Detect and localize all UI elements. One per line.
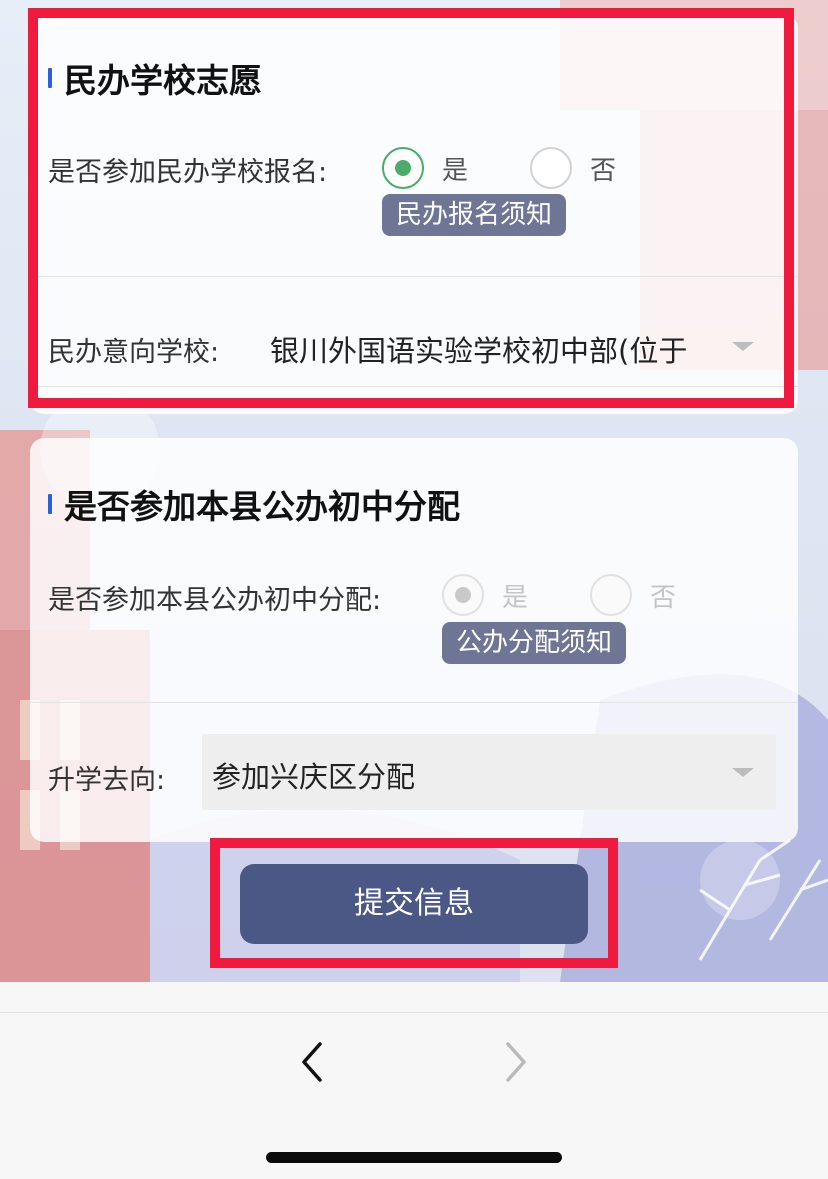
private-school-label: 民办意向学校: xyxy=(48,337,220,368)
public-join-yes-label[interactable]: 是 xyxy=(502,577,528,614)
private-section-title: 民办学校志愿 xyxy=(48,54,262,102)
toolbar-divider xyxy=(0,1012,828,1013)
dropdown-caret-icon[interactable] xyxy=(732,342,754,351)
private-join-label: 是否参加民办学校报名: xyxy=(48,157,328,188)
title-accent-bar xyxy=(48,494,52,514)
direction-label: 升学去向: xyxy=(48,765,166,796)
private-school-card: 民办学校志愿 是否参加民办学校报名: 是 否 民办报名须知 民办意向学校: 银川… xyxy=(30,14,798,414)
public-school-card: 是否参加本县公办初中分配 是否参加本县公办初中分配: 是 否 公办分配须知 升学… xyxy=(30,438,798,842)
public-section-title: 是否参加本县公办初中分配 xyxy=(48,480,460,528)
public-join-no-label[interactable]: 否 xyxy=(650,577,676,614)
private-notice-button[interactable]: 民办报名须知 xyxy=(382,194,567,236)
forward-button[interactable] xyxy=(496,1040,536,1084)
private-section-title-text: 民办学校志愿 xyxy=(64,61,262,100)
public-join-label: 是否参加本县公办初中分配: xyxy=(48,585,382,616)
browser-toolbar xyxy=(0,982,828,1179)
chevron-left-icon xyxy=(302,1042,322,1082)
title-accent-bar xyxy=(48,68,52,88)
private-join-no-radio[interactable] xyxy=(530,147,573,189)
private-join-radio-group: 是 否 xyxy=(382,147,678,189)
divider xyxy=(30,702,798,703)
dropdown-caret-icon[interactable] xyxy=(732,768,754,777)
private-join-yes-radio[interactable] xyxy=(382,147,424,189)
back-button[interactable] xyxy=(294,1040,334,1084)
submit-button[interactable]: 提交信息 xyxy=(240,864,588,944)
divider xyxy=(30,386,798,387)
public-join-yes-radio[interactable] xyxy=(442,574,484,616)
public-notice-button[interactable]: 公办分配须知 xyxy=(442,622,627,664)
private-school-select[interactable]: 银川外国语实验学校初中部(位于 xyxy=(270,328,720,370)
divider xyxy=(30,276,798,277)
direction-select-value[interactable]: 参加兴庆区分配 xyxy=(212,754,692,796)
private-join-yes-label[interactable]: 是 xyxy=(442,150,468,187)
private-join-no-label[interactable]: 否 xyxy=(590,150,616,187)
home-indicator xyxy=(266,1152,562,1163)
public-section-title-text: 是否参加本县公办初中分配 xyxy=(64,487,460,526)
public-join-no-radio[interactable] xyxy=(590,574,633,616)
chevron-right-icon xyxy=(506,1042,526,1082)
public-join-radio-group: 是 否 xyxy=(442,574,738,616)
